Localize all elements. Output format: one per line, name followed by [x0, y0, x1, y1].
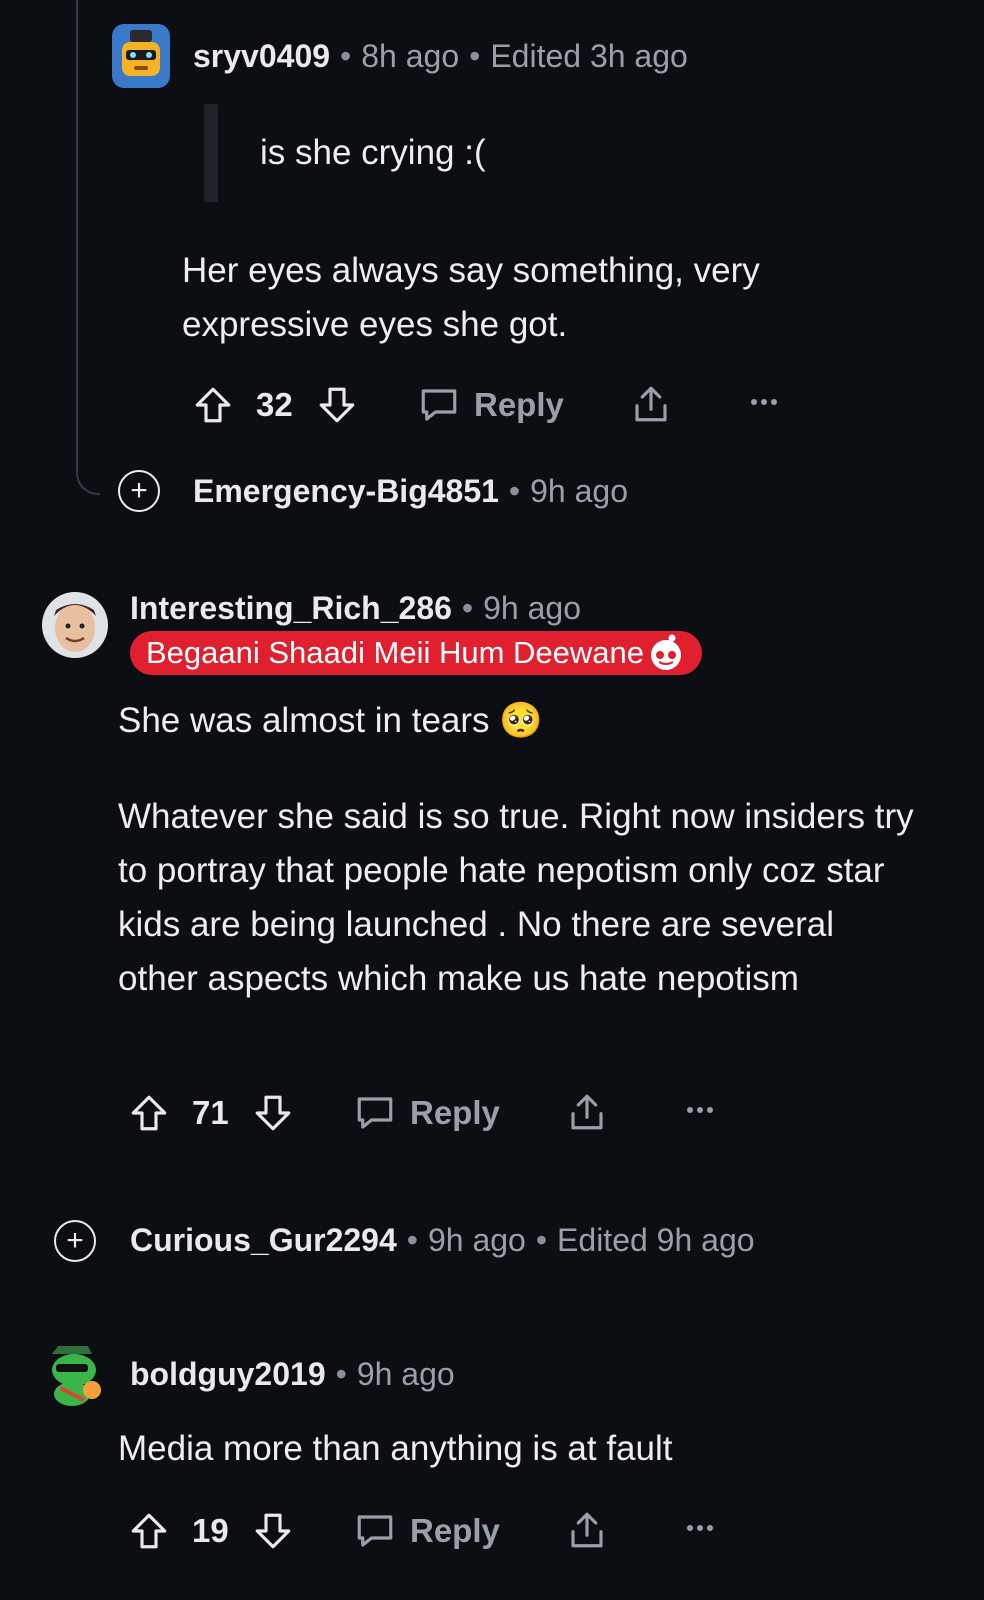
comment-actions: 19 Reply — [128, 1506, 748, 1556]
upvote-button[interactable] — [128, 1510, 170, 1552]
upvote-button[interactable] — [192, 384, 234, 426]
separator-dot: • — [340, 38, 352, 74]
expand-comment-button[interactable]: + — [118, 470, 160, 512]
reply-button[interactable]: Reply — [418, 384, 564, 426]
timestamp: 9h ago — [356, 1356, 455, 1392]
edited-label: Edited 9h ago — [557, 1222, 755, 1258]
comment-body: Media more than anything is at fault — [118, 1429, 673, 1468]
upvote-icon — [131, 1095, 167, 1131]
vote-count: 32 — [256, 386, 293, 423]
comment-actions: 32 Reply — [192, 380, 812, 430]
upvote-button[interactable] — [128, 1092, 170, 1134]
timestamp: 8h ago — [361, 38, 460, 74]
thread-line[interactable] — [76, 0, 100, 495]
plus-icon: + — [66, 1224, 84, 1257]
timestamp: 9h ago — [530, 473, 628, 509]
reply-bubble-icon — [357, 1097, 393, 1129]
share-icon — [635, 386, 667, 422]
edited-label: Edited 3h ago — [490, 38, 688, 74]
reply-label: Reply — [410, 1512, 500, 1549]
user-flair: Begaani Shaadi Meii Hum Deewane — [130, 631, 703, 675]
downvote-icon — [255, 1513, 291, 1549]
reply-button[interactable]: Reply — [354, 1092, 500, 1134]
expand-comment-button[interactable]: + — [54, 1220, 96, 1262]
separator-dot: • — [461, 590, 474, 626]
ellipsis-icon — [687, 1107, 713, 1113]
quote-text: is she crying :( — [260, 133, 486, 172]
reply-label: Reply — [474, 386, 564, 423]
username[interactable]: boldguy2019 — [130, 1356, 326, 1392]
quote-bar — [204, 104, 218, 202]
separator-dot: • — [406, 1222, 418, 1258]
vote-count: 19 — [192, 1512, 229, 1549]
share-button[interactable] — [630, 382, 672, 426]
comment-actions: 71 Reply — [128, 1088, 748, 1138]
downvote-button[interactable] — [316, 384, 358, 426]
reply-button[interactable]: Reply — [354, 1510, 500, 1552]
separator-dot: • — [508, 473, 521, 509]
share-button[interactable] — [566, 1090, 608, 1134]
more-options-button[interactable] — [686, 1524, 714, 1532]
share-icon — [571, 1512, 603, 1548]
downvote-button[interactable] — [252, 1092, 294, 1134]
downvote-icon — [255, 1095, 291, 1131]
upvote-icon — [195, 387, 231, 423]
avatar[interactable] — [112, 24, 170, 88]
comment-body: Whatever she said is so true. Right now … — [118, 797, 914, 998]
separator-dot: • — [535, 1222, 548, 1258]
more-options-button[interactable] — [750, 398, 778, 406]
avatar[interactable] — [44, 1340, 110, 1406]
downvote-button[interactable] — [252, 1510, 294, 1552]
more-options-button[interactable] — [686, 1106, 714, 1114]
downvote-icon — [319, 387, 355, 423]
pleading-face-emoji: 🥺 — [499, 701, 543, 741]
reply-bubble-icon — [357, 1515, 393, 1547]
reply-label: Reply — [410, 1094, 500, 1131]
share-icon — [571, 1094, 603, 1130]
avatar[interactable] — [42, 592, 108, 658]
timestamp: 9h ago — [427, 1222, 526, 1258]
separator-dot: • — [335, 1356, 347, 1392]
comment-body: Her eyes always say something, very expr… — [182, 251, 760, 344]
timestamp: 9h ago — [483, 590, 581, 626]
ellipsis-icon — [687, 1525, 713, 1531]
flair-text: Begaani Shaadi Meii Hum Deewane — [146, 635, 645, 670]
snoo-flair-icon — [651, 634, 682, 670]
username[interactable]: sryv0409 — [193, 38, 330, 74]
ellipsis-icon — [751, 399, 777, 405]
vote-count: 71 — [192, 1094, 229, 1131]
reply-bubble-icon — [421, 389, 457, 421]
upvote-icon — [131, 1513, 167, 1549]
username[interactable]: Curious_Gur2294 — [130, 1222, 397, 1258]
comment-text: She was almost in tears — [118, 701, 490, 740]
separator-dot: • — [469, 38, 481, 74]
username[interactable]: Emergency-Big4851 — [193, 473, 499, 509]
comment-body-line: She was almost in tears 🥺 — [118, 694, 543, 748]
username[interactable]: Interesting_Rich_286 — [130, 590, 452, 626]
plus-icon: + — [130, 474, 148, 507]
share-button[interactable] — [566, 1508, 608, 1552]
